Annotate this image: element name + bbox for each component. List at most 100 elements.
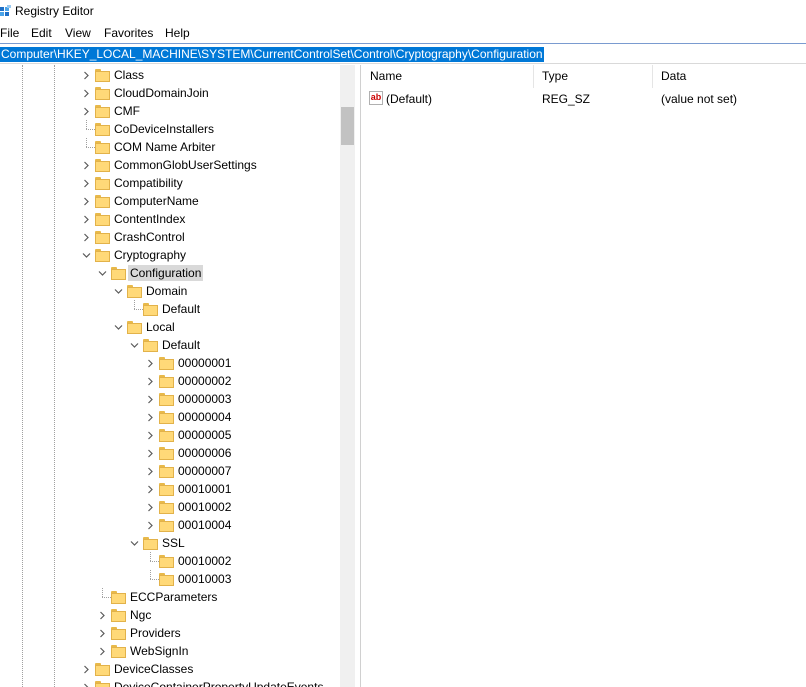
tree-node-00000005[interactable]: 00000005 [0,426,340,444]
tree-node-contentindex[interactable]: ContentIndex [0,210,340,228]
folder-icon-body [143,341,158,352]
menu-view[interactable]: View [65,26,91,40]
tree-node-configuration[interactable]: Configuration [0,264,340,282]
chevron-right-icon[interactable] [82,89,91,98]
tree-node-codeviceinstallers[interactable]: CoDeviceInstallers [0,120,340,138]
chevron-right-icon[interactable] [82,107,91,116]
column-header-name[interactable]: Name [362,65,534,88]
chevron-right-icon[interactable] [146,467,155,476]
tree-node-devicecontainerpropertyupdateevents[interactable]: DeviceContainerPropertyUpdateEvents [0,678,340,687]
folder-icon [159,573,174,586]
tree-node-computername[interactable]: ComputerName [0,192,340,210]
menu-help[interactable]: Help [165,26,190,40]
tree-node-00010004[interactable]: 00010004 [0,516,340,534]
folder-icon [159,357,174,370]
tree-node-00010001[interactable]: 00010001 [0,480,340,498]
tree-node-providers[interactable]: Providers [0,624,340,642]
tree-node-00010002[interactable]: 00010002 [0,498,340,516]
tree-node-commonglobusersettings[interactable]: CommonGlobUserSettings [0,156,340,174]
chevron-right-icon[interactable] [146,431,155,440]
address-bar[interactable]: Computer\HKEY_LOCAL_MACHINE\SYSTEM\Curre… [0,43,806,64]
value-row[interactable]: ab (Default) REG_SZ (value not set) [362,91,806,109]
tree-node-compatibility[interactable]: Compatibility [0,174,340,192]
chevron-right-icon[interactable] [82,197,91,206]
chevron-right-icon[interactable] [146,377,155,386]
folder-icon-body [95,179,110,190]
folder-icon-body [95,143,110,154]
chevron-right-icon[interactable] [82,161,91,170]
folder-icon [159,429,174,442]
values-list[interactable]: Name Type Data ab (Default) REG_SZ (valu… [362,65,806,687]
tree-node-websignin[interactable]: WebSignIn [0,642,340,660]
chevron-down-icon[interactable] [114,287,123,296]
folder-icon-body [111,647,126,658]
chevron-right-icon[interactable] [146,395,155,404]
tree-node-default[interactable]: Default [0,336,340,354]
folder-icon [159,555,174,568]
tree-node-00000001[interactable]: 00000001 [0,354,340,372]
tree-node-ssl[interactable]: SSL [0,534,340,552]
tree-node-local[interactable]: Local [0,318,340,336]
chevron-right-icon[interactable] [98,647,107,656]
chevron-down-icon[interactable] [82,251,91,260]
title-bar: Registry Editor [0,0,806,24]
tree-node-label: DeviceContainerPropertyUpdateEvents [114,680,324,687]
chevron-right-icon[interactable] [82,683,91,687]
tree-connector [134,309,143,310]
folder-icon-body [95,215,110,226]
chevron-right-icon[interactable] [82,179,91,188]
chevron-right-icon[interactable] [82,233,91,242]
tree-node-default[interactable]: Default [0,300,340,318]
tree-node-crashcontrol[interactable]: CrashControl [0,228,340,246]
chevron-down-icon[interactable] [114,323,123,332]
chevron-right-icon[interactable] [146,521,155,530]
folder-icon-body [95,89,110,100]
tree-node-00010003[interactable]: 00010003 [0,570,340,588]
pane-splitter[interactable] [355,65,361,687]
tree-node-cmf[interactable]: CMF [0,102,340,120]
chevron-right-icon[interactable] [82,665,91,674]
menu-edit[interactable]: Edit [31,26,52,40]
tree-node-00000003[interactable]: 00000003 [0,390,340,408]
tree-node-label: DeviceClasses [114,662,194,676]
address-path[interactable]: Computer\HKEY_LOCAL_MACHINE\SYSTEM\Curre… [0,47,544,62]
tree-node-00000004[interactable]: 00000004 [0,408,340,426]
chevron-right-icon[interactable] [82,215,91,224]
chevron-down-icon[interactable] [130,341,139,350]
chevron-right-icon[interactable] [98,629,107,638]
chevron-right-icon[interactable] [98,611,107,620]
folder-icon-body [111,593,126,604]
tree-connector [150,570,151,579]
chevron-down-icon[interactable] [130,539,139,548]
chevron-right-icon[interactable] [146,503,155,512]
chevron-right-icon[interactable] [146,485,155,494]
chevron-down-icon[interactable] [98,269,107,278]
chevron-right-icon[interactable] [146,449,155,458]
tree-node-cryptography[interactable]: Cryptography [0,246,340,264]
chevron-right-icon[interactable] [146,413,155,422]
folder-icon-body [95,71,110,82]
key-tree[interactable]: Class CloudDomainJoin CMF CoDeviceInstaller… [0,65,340,687]
folder-icon [95,177,110,190]
tree-node-com-name-arbiter[interactable]: COM Name Arbiter [0,138,340,156]
tree-node-clouddomainjoin[interactable]: CloudDomainJoin [0,84,340,102]
scrollbar-thumb[interactable] [341,107,354,145]
chevron-right-icon[interactable] [82,71,91,80]
chevron-right-icon[interactable] [146,359,155,368]
tree-scrollbar[interactable] [340,65,355,687]
tree-node-00000006[interactable]: 00000006 [0,444,340,462]
tree-node-class[interactable]: Class [0,66,340,84]
menu-file[interactable]: File [0,26,19,40]
column-header-type[interactable]: Type [534,65,653,88]
tree-node-00000002[interactable]: 00000002 [0,372,340,390]
tree-node-00010002[interactable]: 00010002 [0,552,340,570]
tree-connector [134,300,135,309]
tree-node-label: Class [114,68,145,82]
tree-node-domain[interactable]: Domain [0,282,340,300]
tree-node-ngc[interactable]: Ngc [0,606,340,624]
tree-node-eccparameters[interactable]: ECCParameters [0,588,340,606]
column-header-data[interactable]: Data [653,65,806,88]
menu-favorites[interactable]: Favorites [104,26,153,40]
tree-node-00000007[interactable]: 00000007 [0,462,340,480]
tree-node-deviceclasses[interactable]: DeviceClasses [0,660,340,678]
